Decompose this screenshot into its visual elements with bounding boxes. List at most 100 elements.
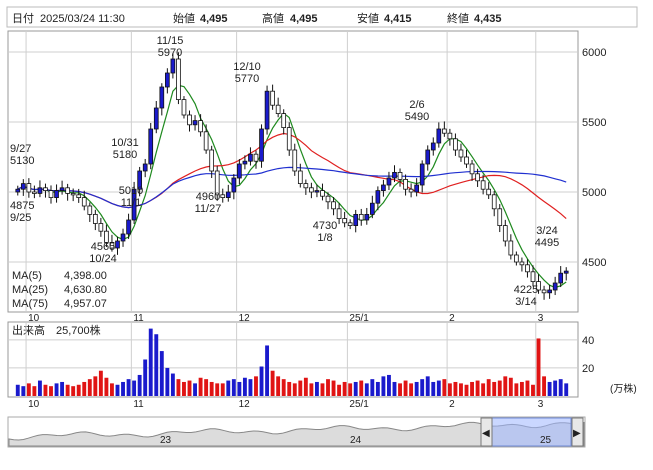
open-label: 始値 — [173, 11, 195, 25]
close-label: 終値 — [447, 11, 469, 25]
volume-bar — [276, 376, 281, 396]
legend-ma5-value: 4,398.00 — [64, 270, 107, 282]
volume-bar — [110, 383, 114, 396]
range-navigator[interactable]: ◀ ▶ 23 24 25 — [7, 416, 586, 448]
volume-bar — [326, 379, 330, 396]
volume-bar — [331, 380, 336, 396]
volume-bar — [508, 377, 513, 396]
candle-body — [81, 197, 87, 207]
volume-bar — [259, 366, 264, 396]
candle-body — [270, 90, 275, 106]
volume-bar — [187, 380, 192, 396]
navigator-left-handle[interactable]: ◀ — [480, 417, 493, 447]
volume-bar — [486, 379, 491, 396]
volume-bar — [242, 377, 247, 396]
left-arrow-icon[interactable]: ◀ — [482, 428, 490, 439]
volume-bar — [464, 384, 469, 396]
volume-bar — [519, 381, 524, 396]
candle-body — [519, 261, 525, 266]
month-tick-label: 12 — [239, 399, 251, 410]
candle-body — [259, 128, 264, 162]
volume-bar — [342, 381, 347, 396]
price-tick-label: 5000 — [582, 187, 606, 199]
volume-bar — [98, 370, 103, 396]
candle-body — [364, 213, 370, 221]
volume-bar — [148, 328, 153, 396]
candle-body — [32, 191, 37, 194]
candle-body — [497, 208, 503, 227]
volume-bar — [525, 380, 530, 396]
candle-body — [153, 107, 159, 130]
month-axis-volume: 10 11 12 25/1 2 3 — [28, 399, 544, 410]
volume-bar — [154, 334, 159, 396]
volume-tick-label: 40 — [582, 335, 594, 347]
legend-ma25-value: 4,630.80 — [64, 284, 107, 296]
volume-bar — [364, 383, 369, 396]
volume-bar — [553, 380, 558, 396]
navigator-right-handle[interactable]: ▶ — [571, 417, 584, 447]
volume-bar — [353, 381, 358, 396]
annotation-text: 4730 — [313, 220, 337, 232]
candle-body — [286, 127, 292, 151]
candle-body — [558, 272, 564, 284]
candle-body — [148, 128, 154, 165]
candle-body — [26, 183, 32, 193]
candle-body — [275, 104, 281, 114]
candle-body — [253, 153, 259, 162]
volume-label: 出来高 — [12, 323, 45, 337]
volume-bar — [209, 381, 214, 396]
volume-bar — [303, 377, 308, 396]
volume-bar — [409, 383, 414, 396]
annotation-text: 4875 — [10, 200, 34, 212]
candle-body — [563, 270, 569, 274]
annotation-text: 5490 — [405, 111, 429, 123]
volume-bar — [497, 380, 502, 396]
candle-body — [358, 213, 364, 221]
volume-bar — [398, 383, 402, 396]
stock-chart-widget: 日付 2025/03/24 11:30 始値 4,495 高値 4,495 安値… — [0, 0, 653, 470]
annotation-text: 4565 — [91, 241, 115, 253]
candle-body — [442, 128, 447, 134]
candle-body — [458, 149, 464, 158]
candle-body — [353, 213, 359, 226]
low-value: 4,415 — [384, 13, 412, 25]
candle-body — [320, 190, 325, 197]
candle-body — [502, 225, 508, 242]
volume-bar — [314, 381, 319, 396]
candle-body — [170, 58, 176, 74]
annotation-text: 5010 — [119, 185, 143, 197]
candle-body — [198, 120, 203, 133]
volume-bar — [481, 383, 486, 396]
month-tick-label: 25/1 — [349, 399, 369, 410]
navigator-selection[interactable] — [488, 417, 572, 447]
candle-body — [325, 195, 331, 203]
candle-body — [475, 173, 480, 182]
candle-body — [37, 187, 43, 194]
volume-bar — [547, 381, 552, 396]
volume-bar — [254, 376, 258, 396]
candle-body — [20, 183, 26, 190]
volume-bar — [170, 373, 175, 396]
volume-bar — [182, 381, 186, 396]
annotation-text: 5770 — [235, 73, 259, 85]
volume-bar — [198, 377, 203, 396]
candle-body — [92, 213, 98, 224]
volume-bar — [459, 383, 463, 396]
candle-body — [59, 187, 65, 192]
volume-bar — [270, 370, 275, 396]
candle-body — [331, 201, 336, 210]
candle-body — [176, 58, 181, 100]
right-arrow-icon[interactable]: ▶ — [573, 428, 581, 439]
volume-bar — [159, 351, 164, 396]
candle-body — [115, 240, 120, 249]
annotation-text: 9/25 — [10, 212, 31, 224]
volume-value: 25,700株 — [56, 323, 101, 337]
candle-body — [48, 190, 54, 199]
annotation-text: 11/15 — [157, 35, 184, 47]
candle-body — [414, 184, 419, 193]
candle-body — [70, 192, 76, 196]
price-tick-label: 5500 — [582, 117, 606, 129]
candle-body — [15, 188, 21, 193]
annotation-text: 11/27 — [195, 203, 222, 215]
annotation-text: 12/10 — [233, 61, 261, 73]
